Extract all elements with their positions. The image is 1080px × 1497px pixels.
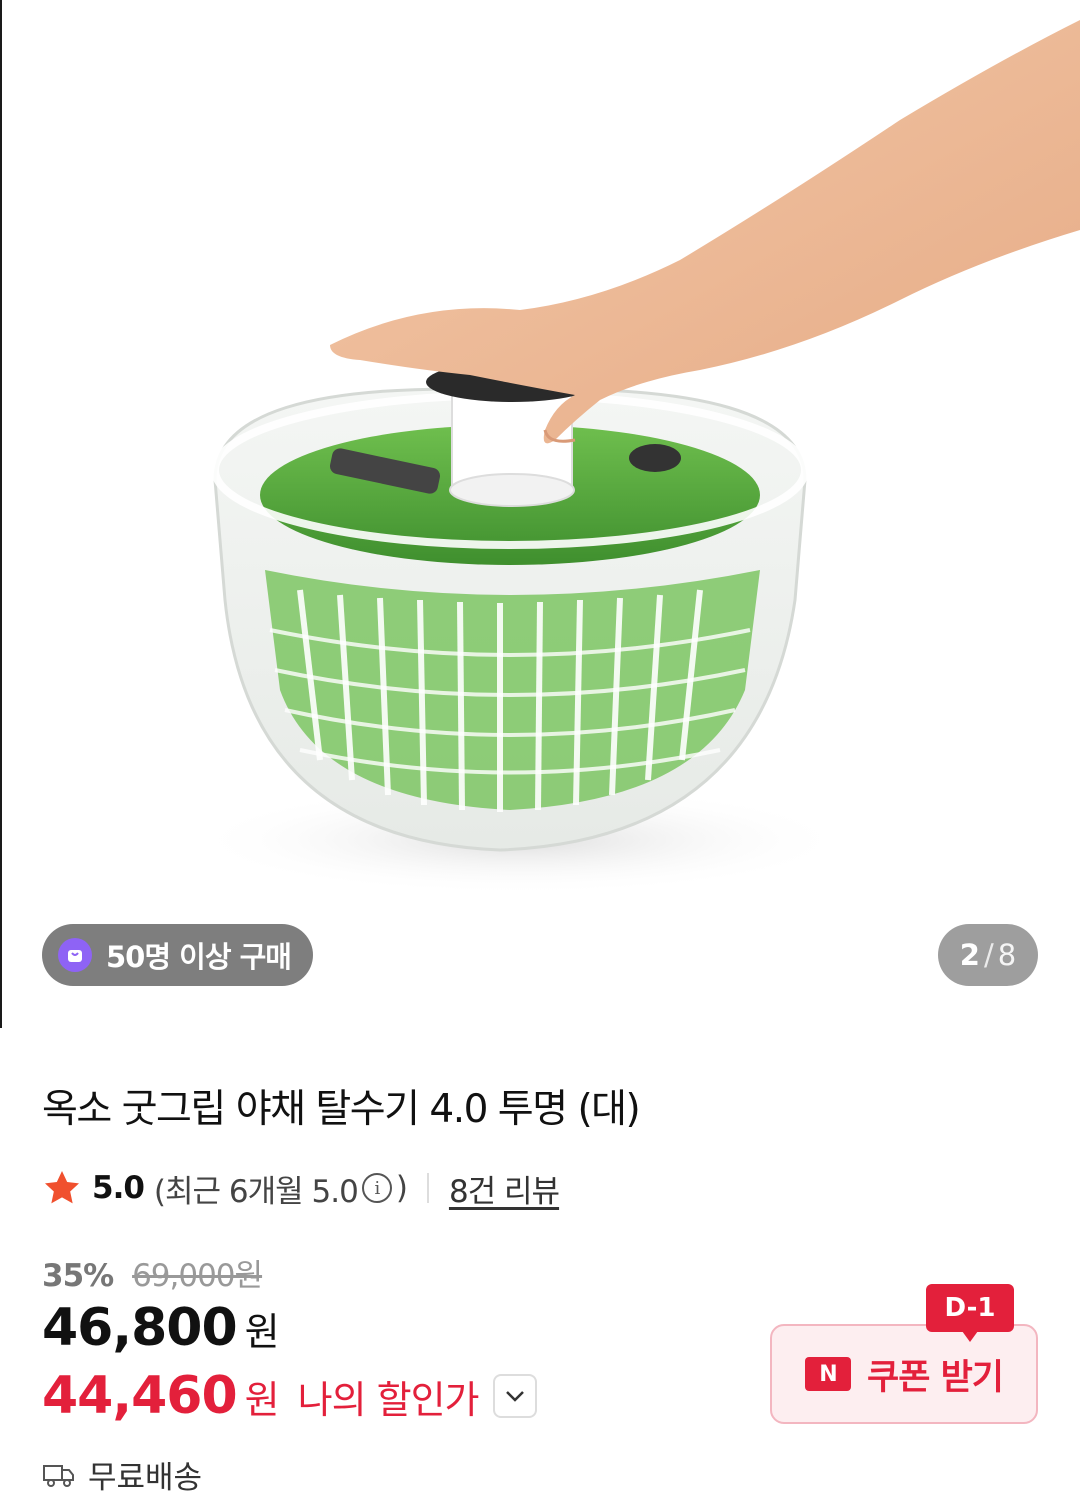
total-pages: 8 — [997, 938, 1017, 972]
review-count-link[interactable]: 8건 리뷰 — [449, 1166, 560, 1211]
purchase-count-text: 50명 이상 구매 — [106, 940, 292, 974]
shipping-label: 무료배송 — [88, 1460, 203, 1496]
image-page-counter: 2 / 8 — [938, 924, 1038, 986]
my-discount-label: 나의 할인가 — [297, 1377, 480, 1422]
coupon-area: D-1 N 쿠폰 받기 — [770, 1284, 1038, 1424]
recent-rating: (최근 6개월 5.0 — [153, 1173, 359, 1210]
get-coupon-button[interactable]: N 쿠폰 받기 — [770, 1324, 1038, 1424]
product-title: 옥소 굿그립 야채 탈수기 4.0 투명 (대) — [42, 1087, 641, 1132]
my-discount-price: 44,460 — [42, 1366, 238, 1426]
discount-row: 35% 69,000원 — [42, 1250, 263, 1295]
my-discount-price-row[interactable]: 44,460 원 나의 할인가 — [42, 1366, 537, 1426]
page-separator: / — [983, 938, 994, 972]
rating-score: 5.0 — [92, 1170, 145, 1206]
purchase-count-badge: 50명 이상 구매 — [42, 924, 313, 986]
discount-rate: 35% — [42, 1258, 114, 1294]
sale-price-currency: 원 — [244, 1310, 280, 1354]
recent-rating-close: ) — [395, 1170, 408, 1206]
d-day-badge: D-1 — [926, 1284, 1014, 1342]
truck-icon — [43, 1464, 74, 1487]
naver-n-icon: N — [805, 1357, 851, 1391]
star-icon — [45, 1171, 79, 1204]
chevron-down-icon[interactable] — [492, 1374, 537, 1418]
shipping-info: 무료배송 — [42, 1452, 202, 1497]
info-icon[interactable]: i — [361, 1173, 392, 1203]
shopping-bag-icon — [58, 938, 92, 972]
sale-price-row: 46,800 원 — [42, 1298, 280, 1358]
sale-price: 46,800 — [42, 1298, 238, 1358]
my-price-currency: 원 — [244, 1377, 280, 1422]
product-image-gallery[interactable]: 50명 이상 구매 2 / 8 — [0, 0, 1080, 1028]
gallery-left-edge — [0, 0, 2, 1028]
rating-row: 5.0 (최근 6개월 5.0 i ) 8건 리뷰 — [42, 1166, 560, 1211]
original-price: 69,000원 — [132, 1258, 263, 1294]
product-image[interactable] — [0, 0, 1080, 1028]
current-page: 2 — [959, 938, 980, 972]
coupon-button-label: 쿠폰 받기 — [867, 1357, 1004, 1398]
divider — [426, 1173, 429, 1203]
